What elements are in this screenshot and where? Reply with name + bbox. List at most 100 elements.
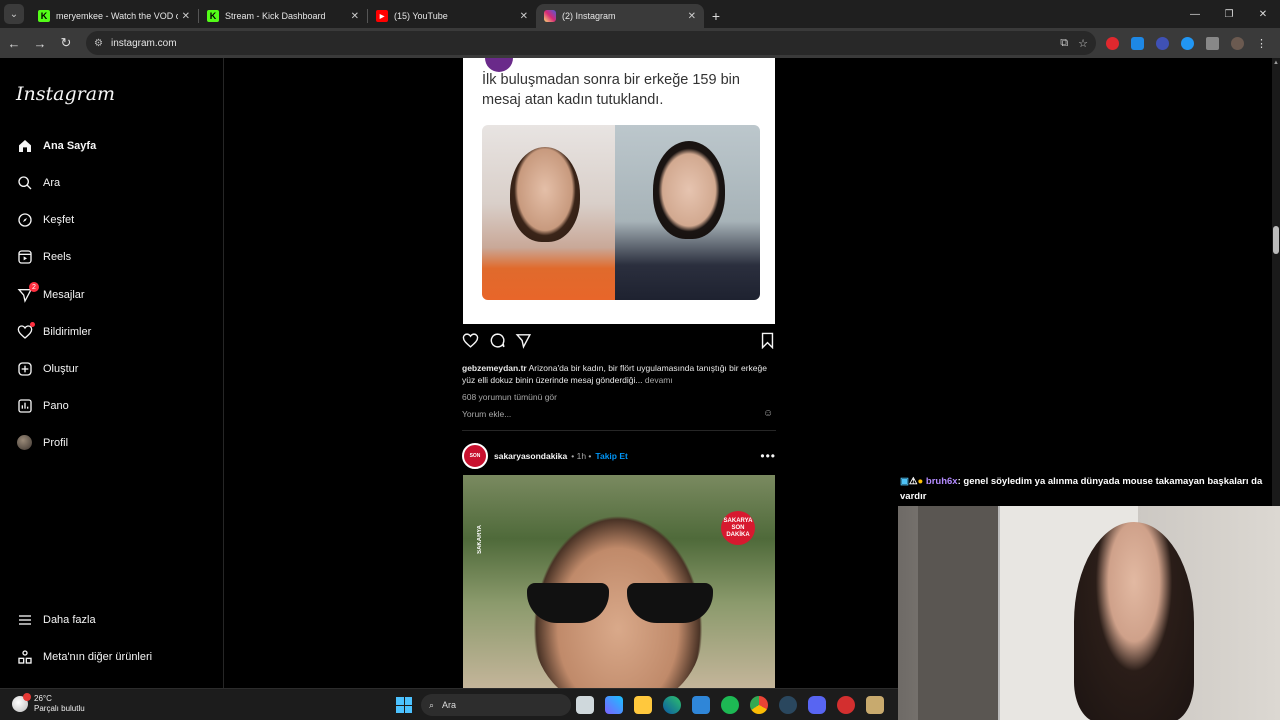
close-tab-icon[interactable]: ✕ bbox=[688, 11, 696, 22]
emoji-icon[interactable]: ☺ bbox=[763, 408, 773, 419]
steam-icon[interactable] bbox=[779, 696, 797, 714]
browser-tab-kick-dashboard[interactable]: K Stream - Kick Dashboard ✕ bbox=[199, 4, 367, 28]
instagram-logo[interactable]: Instagram bbox=[16, 83, 115, 105]
nav-profile[interactable]: Profil bbox=[16, 434, 68, 451]
kick-icon: K bbox=[38, 10, 50, 22]
scroll-up-icon[interactable]: ▲ bbox=[1272, 60, 1280, 66]
extension-wave-icon[interactable] bbox=[1156, 36, 1169, 50]
home-icon bbox=[16, 137, 33, 154]
browser-tab-instagram[interactable]: (2) Instagram ✕ bbox=[536, 4, 704, 28]
nav-create[interactable]: Oluştur bbox=[16, 360, 78, 377]
instagram-sidebar: Instagram Ana Sayfa Ara Keşfet Reels 2 M… bbox=[0, 58, 224, 688]
post-author-avatar[interactable]: SON bbox=[462, 443, 488, 469]
extensions-puzzle-icon[interactable] bbox=[1206, 36, 1219, 50]
browser-toolbar: ← → ↻ ⚙ instagram.com ⧉ ☆ ⋮ bbox=[0, 28, 1280, 58]
extensions-area: ⋮ bbox=[1106, 36, 1267, 50]
file-explorer-icon[interactable] bbox=[634, 696, 652, 714]
bookmark-star-icon[interactable]: ☆ bbox=[1078, 37, 1088, 50]
post-headline: İlk buluşmadan sonra bir erkeğe 159 bin … bbox=[482, 72, 740, 108]
minimize-icon[interactable]: — bbox=[1178, 0, 1212, 28]
chrome-icon[interactable] bbox=[750, 696, 768, 714]
nav-label: Ana Sayfa bbox=[43, 139, 97, 152]
comment-icon[interactable] bbox=[489, 332, 506, 349]
caption-more-link[interactable]: devamı bbox=[645, 375, 673, 385]
tab-title: (15) YouTube bbox=[394, 11, 448, 21]
nav-reels[interactable]: Reels bbox=[16, 248, 71, 265]
taskbar-search[interactable]: ⌕ Ara bbox=[421, 694, 571, 716]
task-view-icon[interactable] bbox=[576, 696, 594, 714]
meta-products-icon bbox=[16, 648, 33, 665]
post-header: SON sakaryasondakika • 1h • Takip Et ••• bbox=[462, 443, 776, 469]
extension-blue-icon[interactable] bbox=[1131, 36, 1144, 50]
store-icon[interactable] bbox=[692, 696, 710, 714]
edge-icon[interactable] bbox=[663, 696, 681, 714]
profile-avatar-icon[interactable] bbox=[1231, 36, 1244, 50]
copilot-icon[interactable] bbox=[605, 696, 623, 714]
stream-chat-message: ▣⚠● bruh6x: genel söyledim ya alınma dün… bbox=[900, 474, 1270, 504]
nav-search[interactable]: Ara bbox=[16, 174, 60, 191]
mugshot-photo-right bbox=[615, 125, 760, 300]
tab-search-button[interactable]: ⌄ bbox=[4, 4, 24, 24]
nav-label: Ara bbox=[43, 176, 61, 189]
nav-notifications[interactable]: Bildirimler bbox=[16, 322, 91, 340]
nav-label: Keşfet bbox=[43, 213, 75, 226]
restore-icon[interactable]: ❐ bbox=[1212, 0, 1246, 28]
scrollbar-thumb[interactable] bbox=[1273, 226, 1279, 254]
post-image[interactable]: İlk buluşmadan sonra bir erkeğe 159 bin … bbox=[463, 58, 775, 324]
weather-temp: 26°C bbox=[34, 694, 52, 703]
browser-menu-icon[interactable]: ⋮ bbox=[1256, 37, 1267, 50]
weather-widget[interactable]: 26°C Parçalı bulutlu bbox=[12, 693, 85, 714]
tab-title: (2) Instagram bbox=[562, 11, 616, 21]
caption-username[interactable]: gebzemeydan.tr bbox=[462, 363, 527, 373]
messages-badge: 2 bbox=[29, 282, 39, 292]
forward-icon[interactable]: → bbox=[28, 31, 52, 55]
back-icon[interactable]: ← bbox=[2, 31, 26, 55]
site-info-icon[interactable]: ⚙ bbox=[94, 38, 103, 49]
add-comment-input[interactable]: Yorum ekle... bbox=[462, 409, 511, 419]
nav-home[interactable]: Ana Sayfa bbox=[16, 137, 96, 154]
windows-start-icon[interactable] bbox=[396, 697, 412, 713]
address-bar[interactable]: ⚙ instagram.com ⧉ ☆ bbox=[86, 31, 1096, 55]
discord-icon[interactable] bbox=[808, 696, 826, 714]
search-icon: ⌕ bbox=[429, 699, 435, 710]
close-tab-icon[interactable]: ✕ bbox=[351, 11, 359, 22]
nav-more[interactable]: Daha fazla bbox=[16, 611, 96, 628]
like-heart-icon[interactable] bbox=[462, 332, 479, 349]
warning-badge-icon: ⚠ bbox=[908, 476, 918, 487]
dashboard-icon bbox=[16, 397, 33, 414]
nav-label: Mesajlar bbox=[43, 288, 85, 301]
weather-cloud-icon bbox=[12, 693, 31, 712]
browser-tab-youtube[interactable]: ▶ (15) YouTube ✕ bbox=[368, 4, 536, 28]
new-tab-button[interactable]: + bbox=[704, 4, 728, 28]
close-tab-icon[interactable]: ✕ bbox=[182, 11, 190, 22]
league-icon[interactable] bbox=[866, 696, 884, 714]
messages-icon: 2 bbox=[16, 282, 39, 303]
view-comments-link[interactable]: 608 yorumun tümünü gör bbox=[462, 392, 557, 402]
close-window-icon[interactable]: ✕ bbox=[1246, 0, 1280, 28]
post-author-username[interactable]: sakaryasondakika bbox=[494, 451, 567, 461]
compass-icon bbox=[16, 211, 33, 228]
nav-explore[interactable]: Keşfet bbox=[16, 211, 74, 228]
extension-red-icon[interactable] bbox=[1106, 36, 1119, 50]
extension-shield-icon[interactable] bbox=[1181, 36, 1194, 50]
close-tab-icon[interactable]: ✕ bbox=[520, 11, 528, 22]
nav-meta-products[interactable]: Meta'nın diğer ürünleri bbox=[16, 648, 152, 665]
obs-red-icon[interactable] bbox=[837, 696, 855, 714]
mugshot-photo-left bbox=[482, 125, 615, 300]
tab-title: meryemkee - Watch the VOD o bbox=[56, 11, 178, 21]
nav-messages[interactable]: 2 Mesajlar bbox=[16, 282, 85, 303]
post-image[interactable]: SAKARYA SAKARYA SON DAKİKA bbox=[463, 475, 775, 688]
share-icon[interactable] bbox=[515, 332, 532, 349]
browser-tab-kick-vod[interactable]: K meryemkee - Watch the VOD o ✕ bbox=[30, 4, 198, 28]
side-watermark: SAKARYA bbox=[477, 525, 483, 554]
taskbar-apps bbox=[576, 696, 884, 714]
reload-icon[interactable]: ↻ bbox=[54, 31, 78, 55]
install-app-icon[interactable]: ⧉ bbox=[1060, 37, 1068, 50]
spotify-icon[interactable] bbox=[721, 696, 739, 714]
nav-dashboard[interactable]: Pano bbox=[16, 397, 69, 414]
nav-label: Pano bbox=[43, 399, 69, 412]
save-bookmark-icon[interactable] bbox=[760, 332, 775, 349]
nav-label: Reels bbox=[43, 250, 72, 263]
follow-button[interactable]: Takip Et bbox=[595, 451, 627, 461]
more-options-icon[interactable]: ••• bbox=[760, 449, 776, 463]
